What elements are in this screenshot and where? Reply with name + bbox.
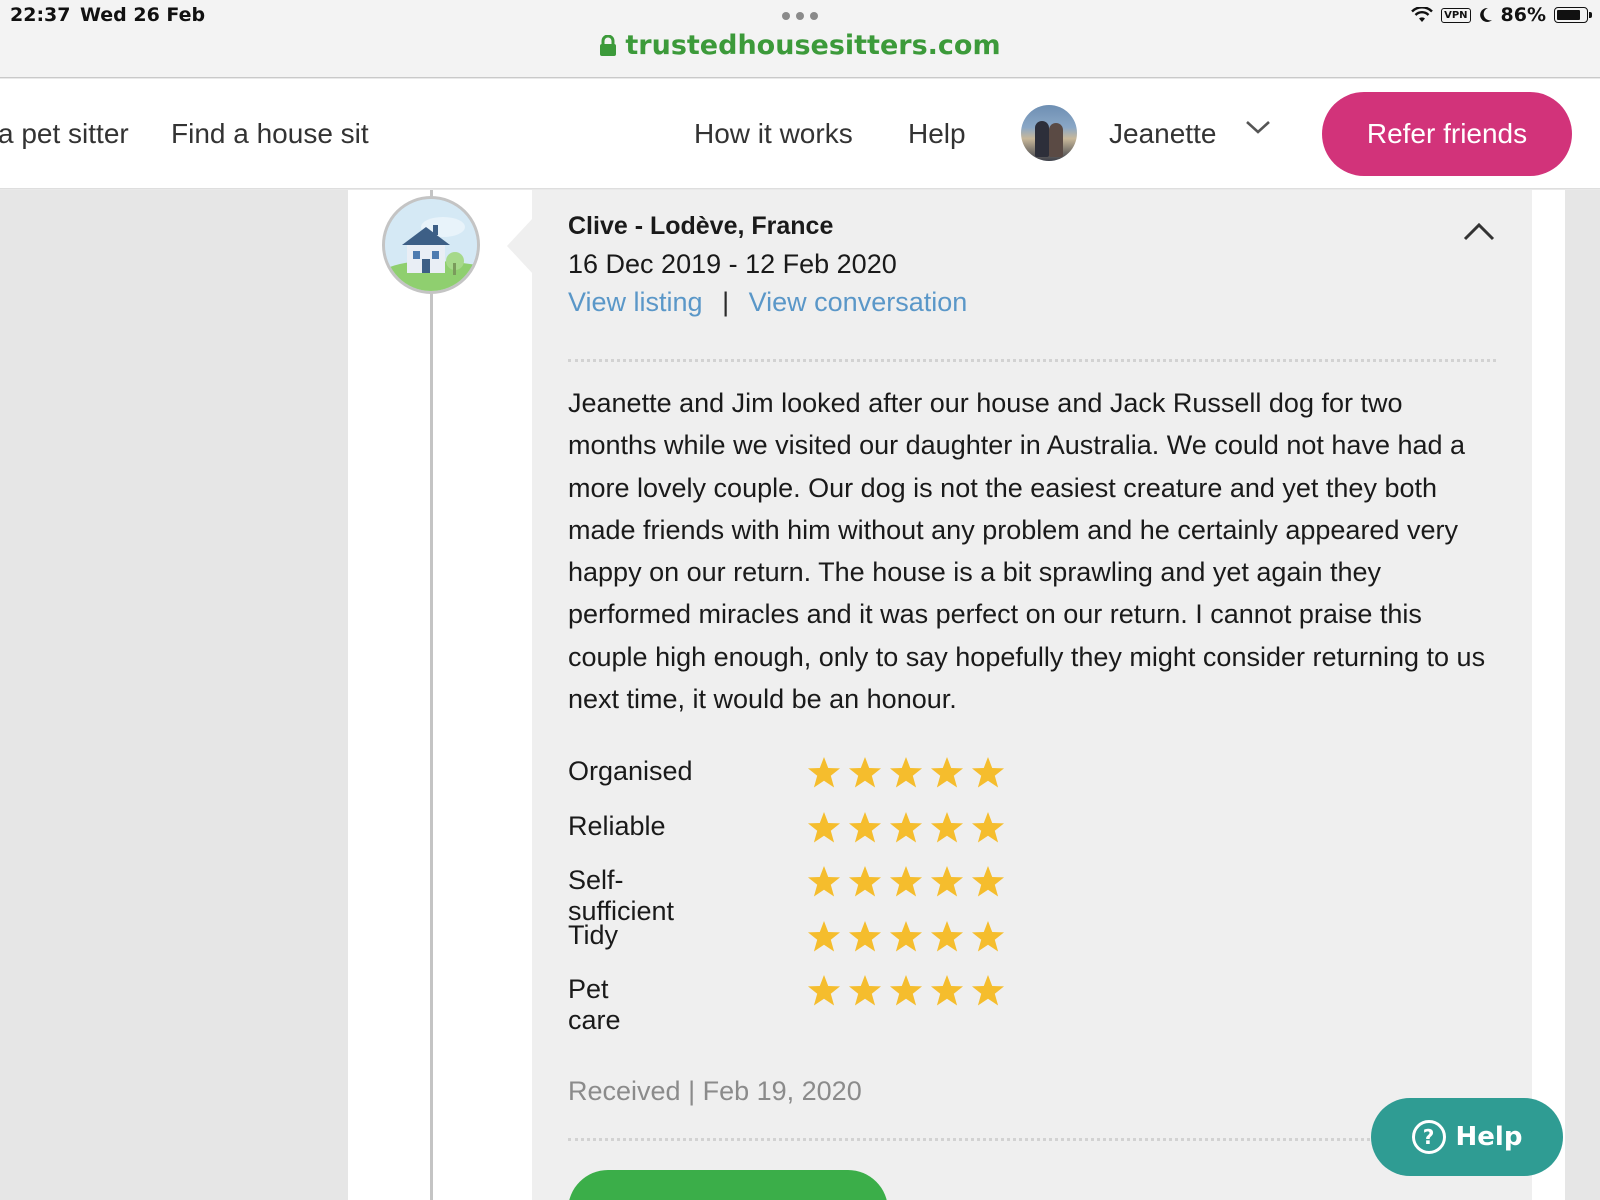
rating-label: Pet care bbox=[568, 974, 621, 1035]
battery-percent: 86% bbox=[1500, 4, 1546, 26]
star-rating bbox=[806, 973, 1006, 1009]
star-icon bbox=[890, 811, 922, 842]
star-icon bbox=[808, 757, 840, 788]
refer-friends-button[interactable]: Refer friends bbox=[1322, 92, 1572, 176]
multitasking-dots[interactable] bbox=[782, 12, 818, 20]
star-icon bbox=[849, 811, 881, 842]
user-name[interactable]: Jeanette bbox=[1109, 118, 1216, 150]
star-rating bbox=[806, 755, 1006, 791]
page-gutter-right bbox=[1565, 190, 1600, 1200]
url-text: trustedhousesitters.com bbox=[625, 30, 1001, 61]
nav-how-it-works[interactable]: How it works bbox=[694, 118, 853, 150]
rating-label: Organised bbox=[568, 756, 693, 786]
status-indicators: VPN 86% bbox=[1411, 4, 1592, 26]
divider-bottom bbox=[568, 1138, 1388, 1141]
wifi-icon bbox=[1411, 7, 1433, 22]
rating-label: Reliable bbox=[568, 810, 666, 841]
house-icon bbox=[382, 196, 480, 294]
vpn-badge: VPN bbox=[1441, 7, 1471, 23]
view-listing-link[interactable]: View listing bbox=[568, 287, 703, 317]
divider-top bbox=[568, 359, 1496, 362]
star-icon bbox=[972, 920, 1004, 951]
star-icon bbox=[849, 757, 881, 788]
nav-find-pet-sitter[interactable]: a pet sitter bbox=[0, 118, 129, 150]
star-icon bbox=[808, 920, 840, 951]
rating-label: Tidy bbox=[568, 919, 619, 950]
question-icon: ? bbox=[1411, 1120, 1446, 1154]
view-conversation-link[interactable]: View conversation bbox=[749, 287, 968, 317]
sit-dates: 16 Dec 2019 - 12 Feb 2020 bbox=[568, 249, 897, 279]
star-icon bbox=[931, 757, 963, 788]
star-icon bbox=[849, 866, 881, 897]
star-icon bbox=[931, 866, 963, 897]
link-separator: | bbox=[722, 287, 730, 317]
browser-top-bar: 22:37 Wed 26 Feb VPN 86% trustedhousesit… bbox=[0, 0, 1600, 78]
star-icon bbox=[849, 920, 881, 951]
star-icon bbox=[931, 975, 963, 1006]
rating-label: Self-sufficient bbox=[568, 865, 675, 926]
star-icon bbox=[890, 975, 922, 1006]
star-rating bbox=[806, 810, 1006, 846]
star-icon bbox=[808, 866, 840, 897]
star-icon bbox=[931, 811, 963, 842]
cta-button[interactable] bbox=[568, 1170, 888, 1200]
star-icon bbox=[972, 757, 1004, 788]
star-rating bbox=[806, 864, 1006, 900]
star-icon bbox=[972, 866, 1004, 897]
moon-icon bbox=[1479, 7, 1492, 22]
star-icon bbox=[890, 920, 922, 951]
star-icon bbox=[890, 866, 922, 897]
page-gutter-left bbox=[0, 190, 348, 1200]
user-avatar[interactable] bbox=[1021, 105, 1077, 161]
review-links: View listing | View conversation bbox=[568, 287, 967, 318]
help-widget-label: Help bbox=[1455, 1122, 1523, 1152]
address-bar[interactable]: trustedhousesitters.com bbox=[0, 30, 1600, 61]
timeline-line bbox=[430, 190, 433, 1200]
nav-find-house-sit[interactable]: Find a house sit bbox=[171, 118, 369, 150]
status-time: 22:37 bbox=[10, 4, 71, 26]
card-pointer bbox=[507, 218, 533, 274]
star-icon bbox=[972, 811, 1004, 842]
lock-icon bbox=[600, 35, 617, 56]
star-icon bbox=[972, 975, 1004, 1006]
star-icon bbox=[808, 811, 840, 842]
nav-help[interactable]: Help bbox=[908, 118, 966, 150]
reviewer-name: Clive - Lodève, France bbox=[568, 212, 834, 240]
review-text: Jeanette and Jim looked after our house … bbox=[568, 388, 1486, 715]
star-icon bbox=[890, 757, 922, 788]
star-rating bbox=[806, 919, 1006, 955]
battery-icon bbox=[1554, 7, 1592, 23]
site-navigation: a pet sitter Find a house sit How it wor… bbox=[0, 79, 1600, 189]
star-icon bbox=[808, 975, 840, 1006]
help-widget-button[interactable]: ? Help bbox=[1371, 1098, 1563, 1176]
received-date: Received | Feb 19, 2020 bbox=[568, 1076, 862, 1106]
chevron-up-icon[interactable] bbox=[1462, 220, 1496, 242]
star-icon bbox=[931, 920, 963, 951]
star-icon bbox=[849, 975, 881, 1006]
status-date: Wed 26 Feb bbox=[80, 4, 206, 26]
chevron-down-icon[interactable] bbox=[1245, 119, 1271, 135]
